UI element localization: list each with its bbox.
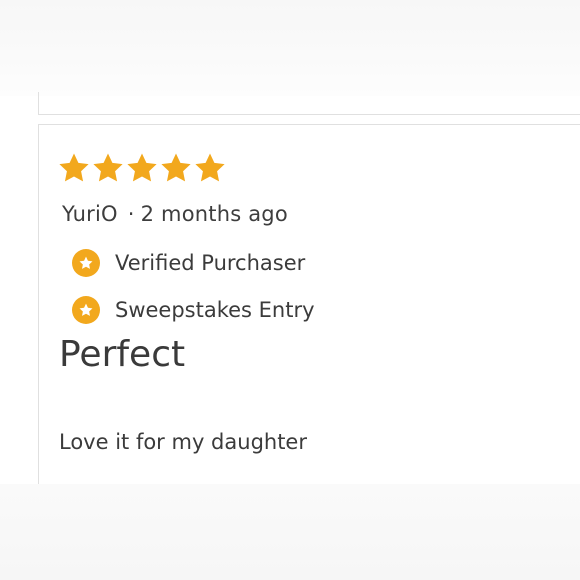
star-icon (161, 153, 191, 182)
bottom-faded-area (0, 484, 580, 580)
meta-separator: · (127, 202, 135, 226)
verified-purchaser-badge: Verified Purchaser (72, 249, 305, 277)
star-icon (93, 153, 123, 182)
review-card: YuriO · 2 months ago Verified Purchaser Sw… (38, 124, 580, 495)
review-title: Perfect (59, 334, 186, 375)
badge-label: Verified Purchaser (115, 251, 306, 275)
star-badge-icon (72, 249, 100, 277)
review-author[interactable]: YuriO (62, 202, 118, 226)
star-badge-icon (72, 296, 100, 324)
review-time: 2 months ago (140, 202, 288, 226)
star-icon (59, 153, 89, 182)
star-icon (195, 153, 225, 182)
star-rating (57, 151, 227, 185)
review-meta: YuriO · 2 months ago (62, 202, 288, 226)
sweepstakes-entry-badge: Sweepstakes Entry (72, 296, 315, 324)
review-page: YuriO · 2 months ago Verified Purchaser Sw… (0, 0, 580, 580)
top-faded-area (0, 0, 580, 96)
review-body: Love it for my daughter (59, 430, 307, 454)
star-icon (127, 153, 157, 182)
previous-review-card-edge (38, 92, 580, 115)
badge-label: Sweepstakes Entry (115, 298, 315, 322)
